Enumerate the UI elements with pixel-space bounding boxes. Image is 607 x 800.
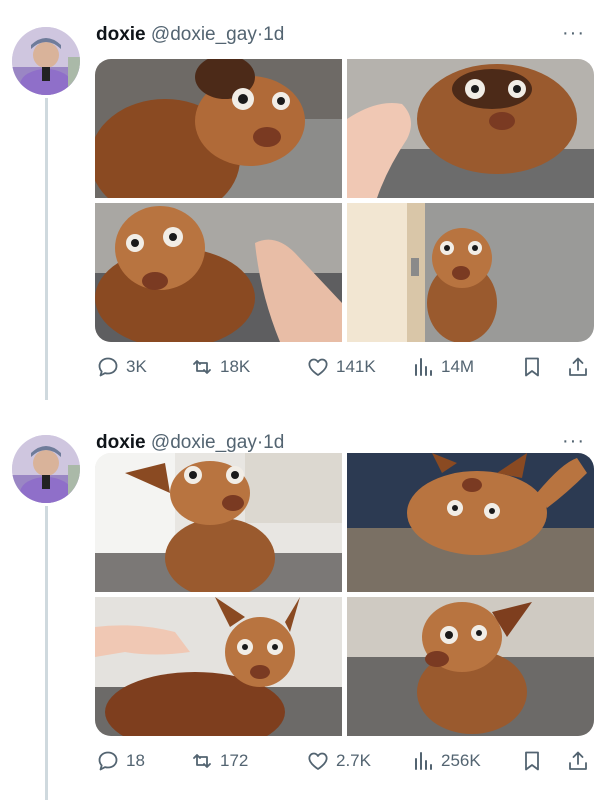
thread-line [45,98,48,400]
share-icon [569,357,587,376]
views-icon [415,752,432,770]
reply-count: 18 [126,751,145,770]
like-count: 2.7K [336,751,371,770]
timestamp[interactable]: 1d [263,432,284,453]
like-icon [308,752,328,770]
like-button[interactable]: 141K [306,352,376,382]
action-bar: 18 172 2.7K 256K [96,746,596,776]
handle[interactable]: @doxie_gay [151,24,257,45]
repost-button[interactable]: 172 [190,746,248,776]
reply-button[interactable]: 3K [96,352,147,382]
avatar[interactable] [12,435,80,503]
bookmark-button[interactable] [520,746,544,776]
views-icon [415,358,432,376]
avatar[interactable] [12,27,80,95]
views-count: 256K [441,751,481,770]
repost-button[interactable]: 18K [190,352,250,382]
photo[interactable] [347,59,594,198]
repost-count: 172 [220,751,249,770]
bookmark-icon [525,751,539,771]
views-button[interactable]: 14M [411,352,474,382]
views-button[interactable]: 256K [411,746,481,776]
photo[interactable] [95,597,342,736]
repost-icon [193,360,211,374]
more-icon[interactable]: ··· [562,430,585,453]
timestamp[interactable]: 1d [263,24,284,45]
share-icon [569,751,587,770]
photo[interactable] [95,453,342,592]
repost-count: 18K [220,357,251,376]
action-bar: 3K 18K 141K 14M [96,352,596,382]
bookmark-icon [525,357,539,377]
photo[interactable] [347,453,594,592]
photo[interactable] [95,203,342,342]
tweet[interactable]: doxie @doxie_gay·1d ··· [0,0,607,400]
repost-icon [193,754,211,768]
share-button[interactable] [566,746,590,776]
photo[interactable] [347,597,594,736]
photo[interactable] [95,59,342,198]
tweet[interactable]: doxie @doxie_gay·1d ··· [0,408,607,800]
media-grid [95,59,594,342]
like-icon [308,358,328,376]
photo[interactable] [347,203,594,342]
reply-count: 3K [126,357,147,376]
thread-line [45,506,48,800]
handle[interactable]: @doxie_gay [151,432,257,453]
reply-icon [98,357,118,377]
views-count: 14M [441,357,475,376]
tweet-header: doxie @doxie_gay·1d [96,432,284,454]
like-button[interactable]: 2.7K [306,746,371,776]
media-grid [95,453,594,736]
reply-icon [98,751,118,771]
reply-button[interactable]: 18 [96,746,145,776]
display-name[interactable]: doxie [96,24,146,45]
tweet-header: doxie @doxie_gay·1d [96,24,284,46]
like-count: 141K [336,357,376,376]
display-name[interactable]: doxie [96,432,146,453]
more-icon[interactable]: ··· [562,22,585,45]
bookmark-button[interactable] [520,352,544,382]
share-button[interactable] [566,352,590,382]
